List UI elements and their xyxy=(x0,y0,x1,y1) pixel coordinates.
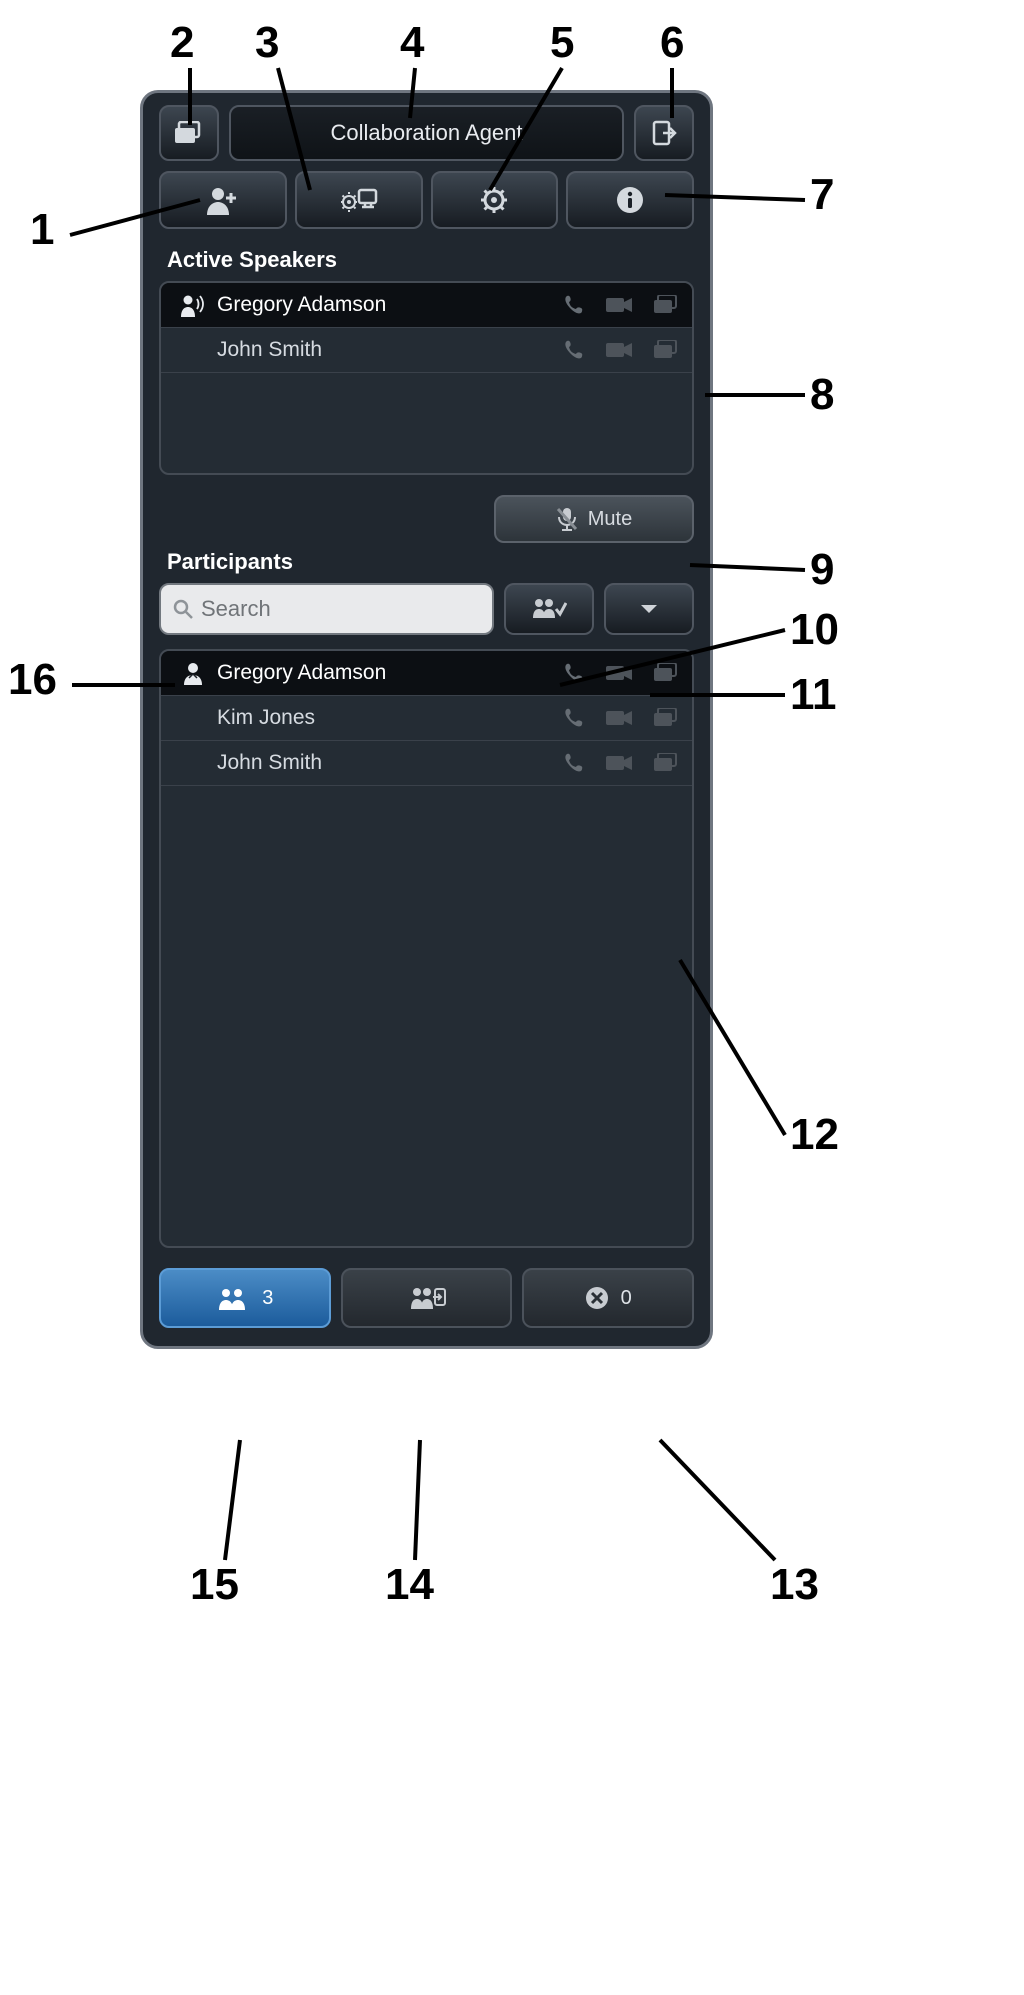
group-icon xyxy=(216,1286,250,1310)
speaking-person-icon xyxy=(180,293,206,317)
windows-button[interactable] xyxy=(159,105,219,161)
participants-count: 3 xyxy=(262,1287,273,1310)
participant-name: Kim Jones xyxy=(211,706,562,730)
gear-monitor-icon xyxy=(340,186,378,214)
app-title: Collaboration Agent xyxy=(330,120,522,146)
info-icon xyxy=(616,186,644,214)
callout-3: 3 xyxy=(255,18,279,68)
camera-icon xyxy=(606,754,632,772)
close-circle-icon xyxy=(585,1286,609,1310)
speaker-name: Gregory Adamson xyxy=(211,293,562,317)
callout-12: 12 xyxy=(790,1110,839,1160)
callout-6: 6 xyxy=(660,18,684,68)
host-icon xyxy=(181,661,205,685)
share-settings-button[interactable] xyxy=(295,171,423,229)
exit-icon xyxy=(651,120,677,146)
speaker-name: John Smith xyxy=(211,338,562,362)
callout-1: 1 xyxy=(30,205,54,255)
participant-row[interactable]: John Smith xyxy=(161,741,692,786)
mute-button[interactable]: Mute xyxy=(494,495,694,543)
top-bar: Collaboration Agent xyxy=(159,105,694,161)
detach-button[interactable] xyxy=(634,105,694,161)
add-participant-button[interactable] xyxy=(159,171,287,229)
screen-icon xyxy=(654,295,678,315)
group-check-icon xyxy=(531,596,567,622)
mute-label: Mute xyxy=(588,508,632,531)
muted-mic-icon xyxy=(556,507,578,531)
phone-icon xyxy=(562,294,584,316)
screen-icon xyxy=(654,753,678,773)
phone-icon xyxy=(562,707,584,729)
callout-8: 8 xyxy=(810,370,834,420)
active-speakers-list: Gregory Adamson John Smith xyxy=(159,281,694,475)
participants-dropdown-button[interactable] xyxy=(604,583,694,635)
phone-icon xyxy=(562,339,584,361)
invited-tab[interactable] xyxy=(341,1268,513,1328)
speaker-row[interactable]: John Smith xyxy=(161,328,692,373)
empty-area xyxy=(161,373,692,473)
callout-9: 9 xyxy=(810,545,834,595)
search-icon xyxy=(173,599,193,619)
add-person-icon xyxy=(206,185,240,215)
search-input[interactable]: Search xyxy=(159,583,494,635)
callout-4: 4 xyxy=(400,18,424,68)
speaker-row[interactable]: Gregory Adamson xyxy=(161,283,692,328)
participant-row[interactable]: Kim Jones xyxy=(161,696,692,741)
participants-header: Participants xyxy=(167,549,686,575)
info-button[interactable] xyxy=(566,171,694,229)
participants-list: Gregory Adamson Kim Jones John Smith xyxy=(159,649,694,1248)
callout-7: 7 xyxy=(810,170,834,220)
callout-16: 16 xyxy=(8,655,57,705)
participant-row[interactable]: Gregory Adamson xyxy=(161,651,692,696)
toolbar xyxy=(159,171,694,229)
screen-icon xyxy=(654,340,678,360)
declined-count: 0 xyxy=(621,1287,632,1310)
screen-icon xyxy=(654,708,678,728)
phone-icon xyxy=(562,662,584,684)
callout-10: 10 xyxy=(790,605,839,655)
participants-sort-button[interactable] xyxy=(504,583,594,635)
participants-tab[interactable]: 3 xyxy=(159,1268,331,1328)
empty-area xyxy=(161,786,692,1246)
chevron-down-icon xyxy=(640,603,658,615)
declined-tab[interactable]: 0 xyxy=(522,1268,694,1328)
group-in-icon xyxy=(408,1285,446,1311)
camera-icon xyxy=(606,709,632,727)
callout-15: 15 xyxy=(190,1560,239,1610)
camera-icon xyxy=(606,296,632,314)
camera-icon xyxy=(606,341,632,359)
gear-icon xyxy=(479,185,509,215)
collaboration-panel: Collaboration Agent xyxy=(140,90,713,1349)
search-placeholder: Search xyxy=(201,596,271,622)
participant-name: John Smith xyxy=(211,751,562,775)
screen-icon xyxy=(654,663,678,683)
participants-controls: Search xyxy=(159,583,694,635)
active-speakers-header: Active Speakers xyxy=(167,247,686,273)
settings-button[interactable] xyxy=(431,171,559,229)
callout-13: 13 xyxy=(770,1560,819,1610)
participant-name: Gregory Adamson xyxy=(211,661,562,685)
camera-icon xyxy=(606,664,632,682)
phone-icon xyxy=(562,752,584,774)
callout-2: 2 xyxy=(170,18,194,68)
callout-5: 5 xyxy=(550,18,574,68)
callout-14: 14 xyxy=(385,1560,434,1610)
title-pill: Collaboration Agent xyxy=(229,105,624,161)
bottom-tabs: 3 0 xyxy=(159,1268,694,1328)
windows-icon xyxy=(175,121,203,145)
callout-11: 11 xyxy=(790,670,837,720)
